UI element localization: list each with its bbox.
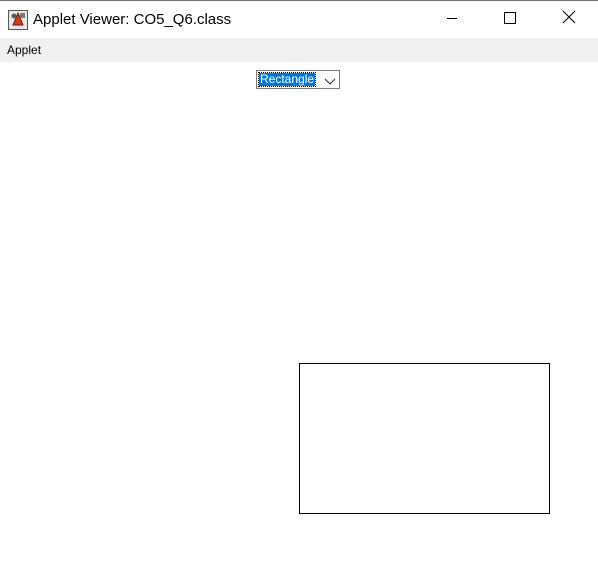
shape-choice-selected: Rectangle [257,72,317,87]
chevron-down-icon [323,74,337,86]
menu-applet[interactable]: Applet [7,43,41,57]
applet-viewer-window: Applet Viewer: CO5_Q6.class Applet Recta… [0,0,598,572]
close-icon [562,10,576,29]
window-title: Applet Viewer: CO5_Q6.class [33,11,232,28]
close-button[interactable] [540,1,598,38]
minimize-button[interactable] [423,1,481,38]
java-applet-icon [8,10,28,30]
minimize-icon [446,11,458,29]
drawn-rectangle [299,363,550,514]
title-bar[interactable]: Applet Viewer: CO5_Q6.class [0,1,598,38]
menu-bar: Applet [0,38,598,62]
maximize-icon [504,11,516,29]
shape-choice-dropdown[interactable]: Rectangle [256,70,340,89]
applet-canvas[interactable]: Rectangle [0,62,598,572]
maximize-button[interactable] [481,1,539,38]
